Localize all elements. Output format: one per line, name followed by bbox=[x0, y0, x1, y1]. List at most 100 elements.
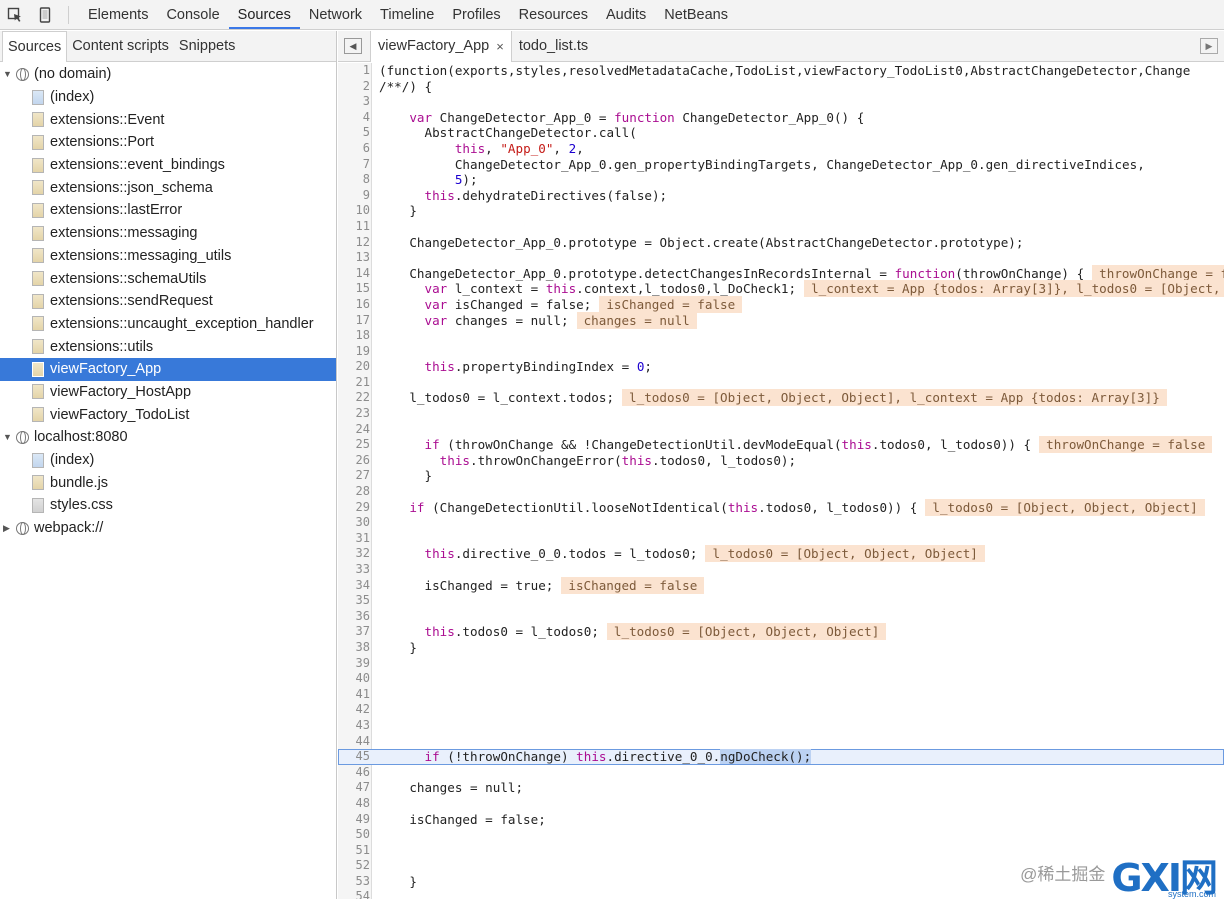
code-line[interactable]: 38 } bbox=[338, 640, 1224, 656]
line-number[interactable]: 2 bbox=[338, 79, 370, 95]
code-line[interactable]: 28 bbox=[338, 484, 1224, 500]
code-line[interactable]: 6 this, "App_0", 2, bbox=[338, 141, 1224, 157]
line-number[interactable]: 13 bbox=[338, 250, 370, 266]
editor-tab[interactable]: viewFactory_App × bbox=[370, 30, 512, 62]
panel-tab-profiles[interactable]: Profiles bbox=[443, 0, 509, 29]
expanded-triangle-icon[interactable]: ▼ bbox=[3, 69, 13, 79]
file-node[interactable]: extensions::schemaUtils bbox=[0, 267, 336, 290]
line-number[interactable]: 4 bbox=[338, 110, 370, 126]
line-number[interactable]: 40 bbox=[338, 671, 370, 687]
navigator-tab-content-scripts[interactable]: Content scripts bbox=[67, 31, 174, 61]
line-number[interactable]: 37 bbox=[338, 624, 370, 640]
line-number[interactable]: 39 bbox=[338, 656, 370, 672]
code-line[interactable]: 19 bbox=[338, 344, 1224, 360]
code-line[interactable]: 41 bbox=[338, 687, 1224, 703]
line-number[interactable]: 21 bbox=[338, 375, 370, 391]
code-line[interactable]: 2 /**/) { bbox=[338, 79, 1224, 95]
line-number[interactable]: 1 bbox=[338, 63, 370, 79]
domain-node[interactable]: ▼ (no domain) bbox=[0, 63, 336, 86]
line-number[interactable]: 7 bbox=[338, 157, 370, 173]
inspect-element-icon[interactable] bbox=[0, 0, 30, 29]
file-node[interactable]: viewFactory_TodoList bbox=[0, 403, 336, 426]
code-line[interactable]: 51 bbox=[338, 843, 1224, 859]
file-node[interactable]: extensions::json_schema bbox=[0, 176, 336, 199]
expanded-triangle-icon[interactable]: ▼ bbox=[3, 432, 13, 442]
code-line[interactable]: 1 (function(exports,styles,resolvedMetada… bbox=[338, 63, 1224, 79]
file-node[interactable]: extensions::sendRequest bbox=[0, 290, 336, 313]
navigator-tab-snippets[interactable]: Snippets bbox=[174, 31, 240, 61]
panel-tab-console[interactable]: Console bbox=[157, 0, 228, 29]
code-line[interactable]: 50 bbox=[338, 827, 1224, 843]
code-line[interactable]: 12 ChangeDetector_App_0.prototype = Obje… bbox=[338, 235, 1224, 251]
line-number[interactable]: 6 bbox=[338, 141, 370, 157]
device-mode-icon[interactable] bbox=[30, 0, 60, 29]
code-line[interactable]: 15 var l_context = this.context,l_todos0… bbox=[338, 280, 1224, 298]
line-number[interactable]: 53 bbox=[338, 874, 370, 890]
file-node[interactable]: extensions::utils bbox=[0, 335, 336, 358]
toggle-navigator-icon[interactable]: ◀ bbox=[344, 38, 362, 54]
line-number[interactable]: 50 bbox=[338, 827, 370, 843]
line-number[interactable]: 54 bbox=[338, 889, 370, 899]
line-number[interactable]: 5 bbox=[338, 125, 370, 141]
code-line[interactable]: 33 bbox=[338, 562, 1224, 578]
line-number[interactable]: 33 bbox=[338, 562, 370, 578]
line-number[interactable]: 19 bbox=[338, 344, 370, 360]
code-line[interactable]: 49 isChanged = false; bbox=[338, 812, 1224, 828]
line-number[interactable]: 49 bbox=[338, 812, 370, 828]
file-node[interactable]: extensions::Port bbox=[0, 131, 336, 154]
collapsed-triangle-icon[interactable]: ▶ bbox=[3, 523, 13, 534]
code-line[interactable]: 11 bbox=[338, 219, 1224, 235]
line-number[interactable]: 28 bbox=[338, 484, 370, 500]
code-line[interactable]: 45 if (!throwOnChange) this.directive_0_… bbox=[338, 749, 1224, 765]
line-number[interactable]: 38 bbox=[338, 640, 370, 656]
domain-node[interactable]: ▼ localhost:8080 bbox=[0, 426, 336, 449]
line-number[interactable]: 34 bbox=[338, 578, 370, 594]
code-line[interactable]: 42 bbox=[338, 702, 1224, 718]
line-number[interactable]: 18 bbox=[338, 328, 370, 344]
line-number[interactable]: 24 bbox=[338, 422, 370, 438]
line-number[interactable]: 30 bbox=[338, 515, 370, 531]
file-node[interactable]: extensions::messaging bbox=[0, 222, 336, 245]
close-icon[interactable]: × bbox=[496, 39, 504, 54]
code-line[interactable]: 21 bbox=[338, 375, 1224, 391]
line-number[interactable]: 8 bbox=[338, 172, 370, 188]
code-line[interactable]: 3 bbox=[338, 94, 1224, 110]
line-number[interactable]: 10 bbox=[338, 203, 370, 219]
line-number[interactable]: 44 bbox=[338, 734, 370, 750]
code-line[interactable]: 37 this.todos0 = l_todos0; l_todos0 = [Ob… bbox=[338, 623, 1224, 641]
file-node[interactable]: styles.css bbox=[0, 494, 336, 517]
panel-tab-network[interactable]: Network bbox=[300, 0, 371, 29]
file-node[interactable]: bundle.js bbox=[0, 471, 336, 494]
editor-tab[interactable]: todo_list.ts bbox=[512, 31, 595, 62]
line-number[interactable]: 17 bbox=[338, 313, 370, 329]
code-line[interactable]: 32 this.directive_0_0.todos = l_todos0; l… bbox=[338, 545, 1224, 563]
panel-tab-netbeans[interactable]: NetBeans bbox=[655, 0, 737, 29]
file-node[interactable]: extensions::Event bbox=[0, 108, 336, 131]
line-number[interactable]: 51 bbox=[338, 843, 370, 859]
code-line[interactable]: 14 ChangeDetector_App_0.prototype.detect… bbox=[338, 264, 1224, 282]
code-line[interactable]: 13 bbox=[338, 250, 1224, 266]
line-number[interactable]: 43 bbox=[338, 718, 370, 734]
code-line[interactable]: 46 bbox=[338, 765, 1224, 781]
line-number[interactable]: 48 bbox=[338, 796, 370, 812]
panel-tab-timeline[interactable]: Timeline bbox=[371, 0, 443, 29]
panel-tab-audits[interactable]: Audits bbox=[597, 0, 655, 29]
code-line[interactable]: 40 bbox=[338, 671, 1224, 687]
code-line[interactable]: 27 } bbox=[338, 468, 1224, 484]
line-number[interactable]: 26 bbox=[338, 453, 370, 469]
file-node[interactable]: extensions::uncaught_exception_handler bbox=[0, 313, 336, 336]
code-line[interactable]: 4 var ChangeDetector_App_0 = function Ch… bbox=[338, 110, 1224, 126]
domain-node[interactable]: ▶ webpack:// bbox=[0, 517, 336, 540]
code-line[interactable]: 17 var changes = null; changes = null bbox=[338, 311, 1224, 329]
toggle-debugger-icon[interactable]: ▶ bbox=[1200, 38, 1218, 54]
code-line[interactable]: 23 bbox=[338, 406, 1224, 422]
file-node[interactable]: (index) bbox=[0, 449, 336, 472]
line-number[interactable]: 20 bbox=[338, 359, 370, 375]
code-line[interactable]: 16 var isChanged = false; isChanged = fal… bbox=[338, 295, 1224, 313]
code-line[interactable]: 25 if (throwOnChange && !ChangeDetection… bbox=[338, 436, 1224, 454]
code-line[interactable]: 5 AbstractChangeDetector.call( bbox=[338, 125, 1224, 141]
file-node[interactable]: viewFactory_HostApp bbox=[0, 381, 336, 404]
file-node[interactable]: viewFactory_App bbox=[0, 357, 336, 381]
code-line[interactable]: 30 bbox=[338, 515, 1224, 531]
line-number[interactable]: 47 bbox=[338, 780, 370, 796]
